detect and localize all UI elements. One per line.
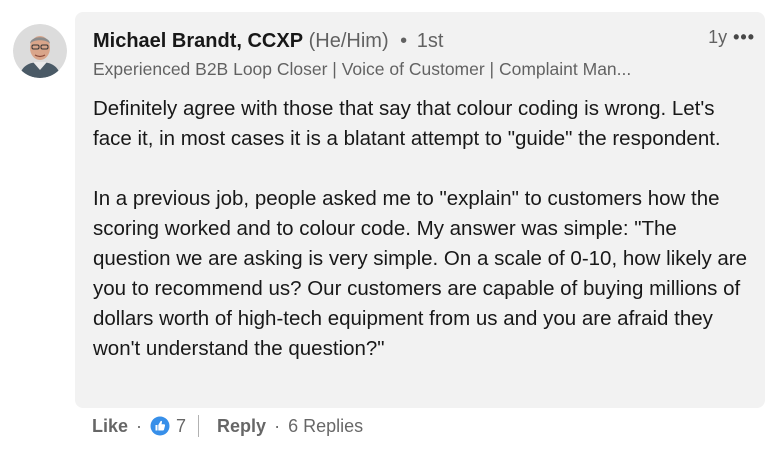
author-name[interactable]: Michael Brandt, CCXP [93, 30, 303, 52]
separator-dot: • [400, 30, 408, 52]
comment-text: Definitely agree with those that say tha… [93, 94, 753, 364]
comment-paragraph: Definitely agree with those that say tha… [93, 97, 721, 150]
connection-degree: 1st [416, 30, 444, 52]
comment-bubble: Michael Brandt, CCXP (He/Him) • 1st 1y •… [75, 12, 765, 408]
replies-link[interactable]: 6 Replies [288, 416, 363, 437]
thumbs-up-icon[interactable] [150, 416, 170, 436]
like-button[interactable]: Like [92, 416, 128, 437]
divider [198, 415, 200, 437]
timestamp: 1y [708, 27, 728, 47]
more-options-icon[interactable]: ••• [733, 27, 755, 48]
comment-paragraph: In a previous job, people asked me to "e… [93, 187, 748, 360]
author-pronouns: (He/Him) [308, 30, 389, 52]
avatar[interactable] [13, 24, 67, 78]
profile-photo-icon [13, 24, 67, 78]
comment-actions: Like · 7 Reply · 6 Replies [92, 412, 363, 440]
author-row: Michael Brandt, CCXP (He/Him) • 1st [93, 29, 443, 53]
comment-container: Michael Brandt, CCXP (He/Him) • 1st 1y •… [0, 0, 768, 449]
separator-dot: · [136, 415, 143, 436]
separator-dot: · [274, 415, 281, 436]
comment-meta: 1y ••• [708, 27, 755, 48]
author-headline: Experienced B2B Loop Closer | Voice of C… [93, 59, 632, 79]
reaction-count[interactable]: 7 [176, 416, 186, 437]
reply-button[interactable]: Reply [217, 416, 266, 437]
